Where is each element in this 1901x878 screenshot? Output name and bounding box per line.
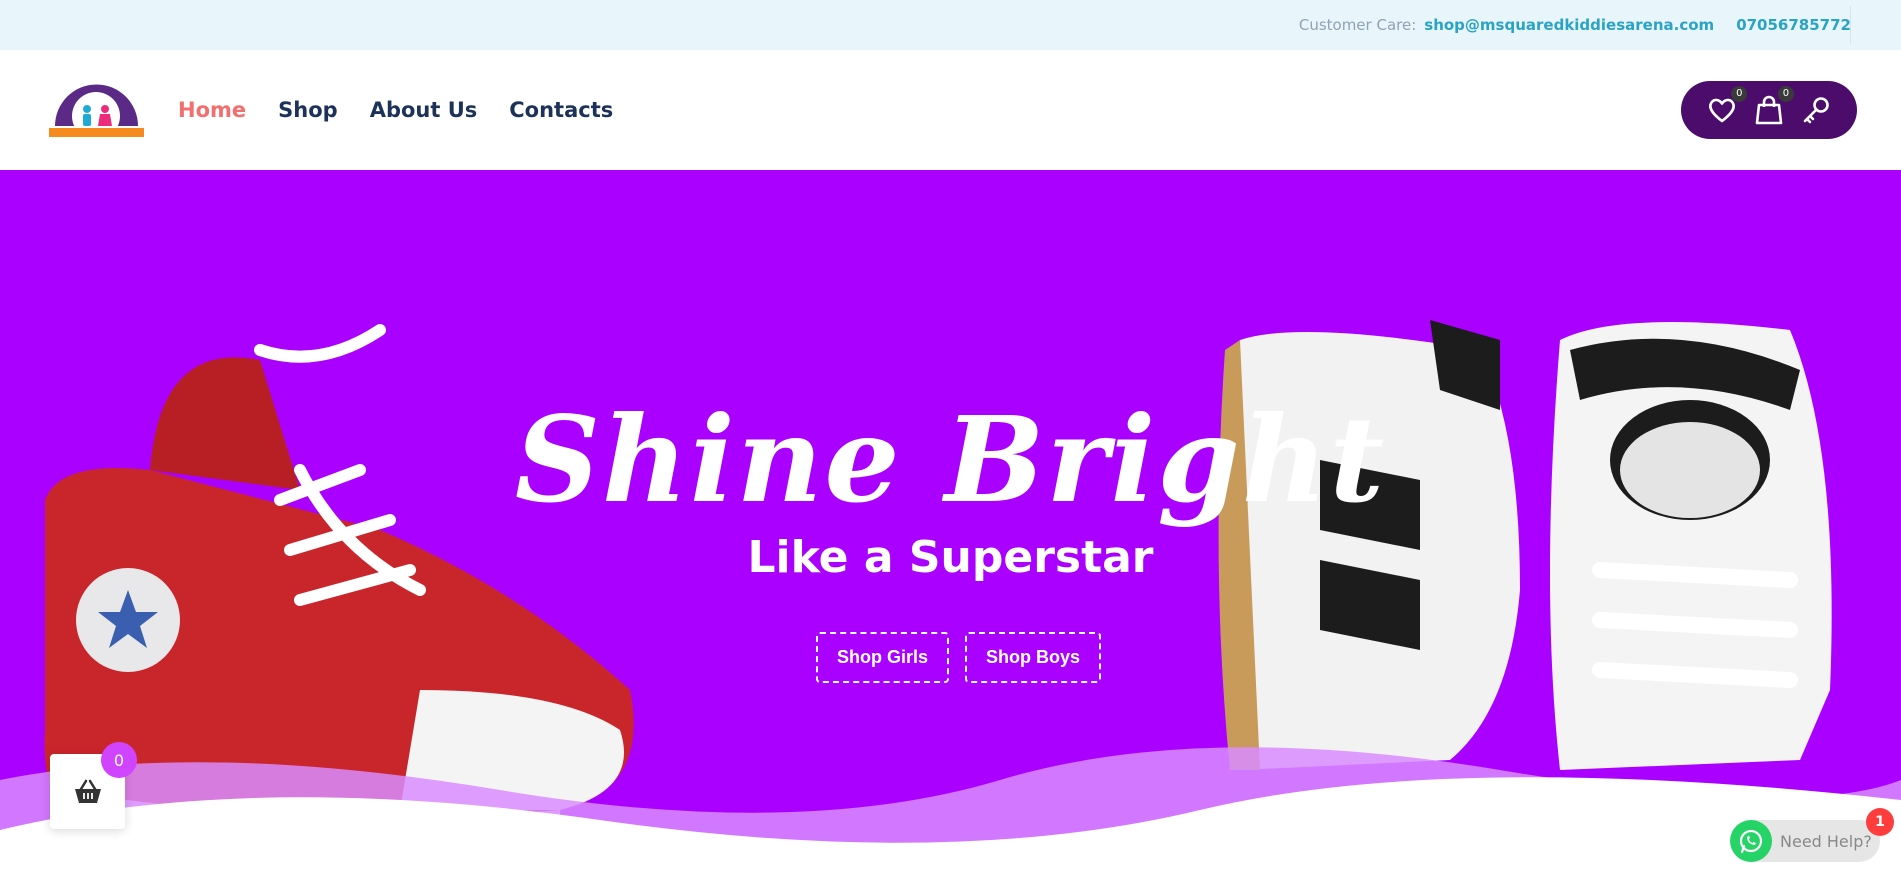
heart-icon <box>1709 98 1736 123</box>
shopping-bag-icon <box>1755 95 1783 125</box>
email-link[interactable]: shop@msquaredkiddiesarena.com <box>1424 16 1714 34</box>
hero-banner: Shine Bright Like a Superstar Shop Girls… <box>0 170 1901 878</box>
hero-buttons: Shop Girls Shop Boys <box>0 632 1901 683</box>
site-header: Home Shop About Us Contacts 0 0 <box>0 50 1901 170</box>
phone-link[interactable]: 07056785772 <box>1736 16 1851 34</box>
top-bar: Customer Care: shop@msquaredkiddiesarena… <box>0 0 1901 50</box>
shop-boys-button[interactable]: Shop Boys <box>965 632 1102 683</box>
shop-girls-button[interactable]: Shop Girls <box>815 632 949 683</box>
hero-headline: Shine Bright <box>514 390 1387 529</box>
wishlist-button[interactable]: 0 <box>1705 86 1748 127</box>
basket-icon <box>74 779 101 803</box>
key-icon <box>1803 97 1829 124</box>
nav-shop[interactable]: Shop <box>278 98 338 122</box>
header-actions: 0 0 <box>1681 81 1857 139</box>
whatsapp-icon[interactable] <box>1730 820 1772 862</box>
cart-button[interactable]: 0 <box>1752 86 1794 127</box>
main-nav: Home Shop About Us Contacts <box>178 50 613 170</box>
nav-contacts[interactable]: Contacts <box>509 98 613 122</box>
site-logo[interactable] <box>49 76 144 142</box>
nav-home[interactable]: Home <box>178 98 246 122</box>
customer-care-label: Customer Care: <box>1298 16 1417 34</box>
hero-subheadline: Like a Superstar <box>747 532 1154 583</box>
floating-cart-count: 0 <box>101 742 137 778</box>
customer-care: Customer Care: shop@msquaredkiddiesarena… <box>1299 0 1851 50</box>
nav-about-us[interactable]: About Us <box>370 98 478 122</box>
login-button[interactable] <box>1799 93 1833 127</box>
topbar-divider <box>1850 6 1851 44</box>
whatsapp-notification-badge: 1 <box>1866 808 1894 836</box>
need-help-label: Need Help? <box>1780 831 1872 851</box>
floating-cart-button[interactable]: 0 <box>50 742 137 829</box>
wishlist-count-badge: 0 <box>1731 86 1748 102</box>
cart-count-badge: 0 <box>1777 86 1794 102</box>
